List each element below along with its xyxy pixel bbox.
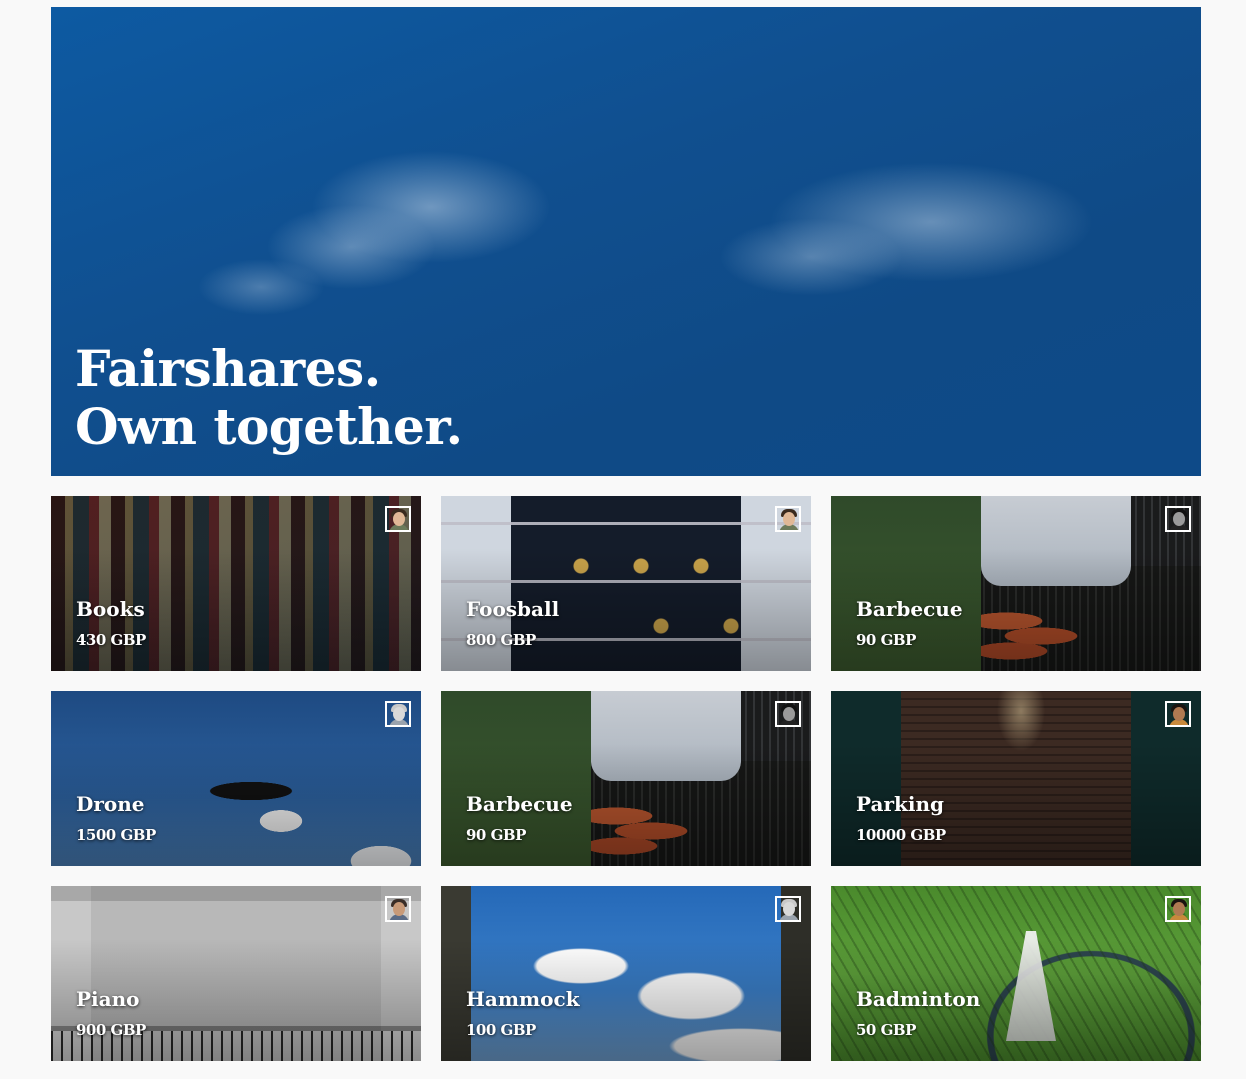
item-card-barbecue[interactable]: Barbecue 90 GBP <box>831 496 1201 671</box>
item-price: 90 GBP <box>856 631 916 649</box>
owner-avatar[interactable] <box>775 701 801 727</box>
hero-banner: Fairshares. Own together. <box>51 7 1201 476</box>
item-card-barbecue[interactable]: Barbecue 90 GBP <box>441 691 811 866</box>
item-name: Badminton <box>856 987 981 1011</box>
item-name: Drone <box>76 792 145 816</box>
item-name: Hammock <box>466 987 580 1011</box>
item-card-hammock[interactable]: Hammock 100 GBP <box>441 886 811 1061</box>
hero-title-line2: Own together. <box>75 397 463 456</box>
item-card-parking[interactable]: Parking 10000 GBP <box>831 691 1201 866</box>
item-price: 430 GBP <box>76 631 146 649</box>
hero-title-line1: Fairshares. <box>75 339 381 398</box>
item-price: 50 GBP <box>856 1021 916 1039</box>
owner-avatar[interactable] <box>385 896 411 922</box>
item-price: 900 GBP <box>76 1021 146 1039</box>
owner-avatar[interactable] <box>385 506 411 532</box>
owner-avatar[interactable] <box>385 701 411 727</box>
item-card-books[interactable]: Books 430 GBP <box>51 496 421 671</box>
owner-avatar[interactable] <box>775 506 801 532</box>
item-price: 100 GBP <box>466 1021 536 1039</box>
item-card-foosball[interactable]: Foosball 800 GBP <box>441 496 811 671</box>
owner-avatar[interactable] <box>1165 701 1191 727</box>
item-name: Parking <box>856 792 944 816</box>
item-price: 10000 GBP <box>856 826 946 844</box>
item-name: Piano <box>76 987 140 1011</box>
item-price: 90 GBP <box>466 826 526 844</box>
owner-avatar[interactable] <box>1165 506 1191 532</box>
owner-avatar[interactable] <box>775 896 801 922</box>
owner-avatar[interactable] <box>1165 896 1191 922</box>
item-name: Foosball <box>466 597 560 621</box>
item-name: Barbecue <box>856 597 963 621</box>
item-price: 1500 GBP <box>76 826 156 844</box>
item-name: Books <box>76 597 145 621</box>
item-card-drone[interactable]: Drone 1500 GBP <box>51 691 421 866</box>
item-card-piano[interactable]: Piano 900 GBP <box>51 886 421 1061</box>
item-price: 800 GBP <box>466 631 536 649</box>
item-name: Barbecue <box>466 792 573 816</box>
item-card-badminton[interactable]: Badminton 50 GBP <box>831 886 1201 1061</box>
hero-title: Fairshares. Own together. <box>75 340 463 456</box>
